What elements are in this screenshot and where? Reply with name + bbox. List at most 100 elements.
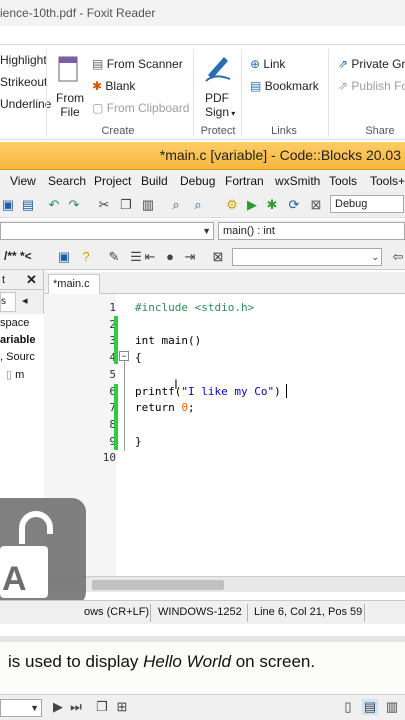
paste-icon[interactable]: ▥ (140, 197, 156, 213)
code-line[interactable]: return 0; (135, 401, 195, 414)
zoom-select[interactable]: ▼ (0, 699, 42, 717)
tree-workspace[interactable]: space (0, 317, 29, 329)
chevron-down-icon: ▼ (202, 226, 211, 236)
text-cursor (286, 384, 287, 398)
cut-icon[interactable]: ✂ (96, 197, 112, 213)
menu-view[interactable]: View (10, 174, 36, 188)
code-line[interactable]: #include <stdio.h> (135, 301, 254, 314)
close-icon[interactable]: ✕ (26, 272, 37, 288)
code-line[interactable]: int main() (135, 334, 201, 347)
bookmark-button[interactable]: ▤ Bookmark (250, 79, 319, 93)
book-page: is used to display Hello World on screen… (0, 636, 405, 696)
scrollbar-thumb[interactable] (92, 580, 224, 590)
facing-page-icon[interactable]: ▥ (384, 699, 400, 715)
menu-wxsmith[interactable]: wxSmith (275, 174, 320, 188)
publish-icon: ⇗ (338, 79, 349, 93)
from-scanner-button[interactable]: ▤ From Scanner (92, 57, 183, 71)
abort-icon[interactable]: ⊠ (308, 197, 324, 213)
bookmark-icon: ▤ (250, 79, 262, 93)
code-line[interactable]: } (135, 435, 142, 448)
doxywizard-icon[interactable]: ▣ (56, 249, 72, 265)
status-encoding: WINDOWS-1252 (158, 606, 242, 618)
menu-search[interactable]: Search (48, 174, 86, 188)
ribbon-strikeout[interactable]: Strikeout (0, 75, 47, 89)
doxy-comment-buttons[interactable]: /** *< (4, 249, 32, 263)
build-target-select[interactable]: Debug (330, 195, 404, 213)
foxit-bottom-toolbar: ▼ ▶ ⏭ ❐ ⊞ ▯ ▤ ▥ (0, 694, 405, 720)
tree-project-variable[interactable]: ariable (0, 334, 35, 346)
single-page-icon[interactable]: ▯ (340, 699, 356, 715)
blank-button[interactable]: ✱ Blank (92, 79, 135, 93)
codeblocks-title-bar: *main.c [variable] - Code::Blocks 20.03 (0, 142, 405, 170)
code-editor[interactable]: 1 2 3 4 5 6 7 8 9 10 − #include <stdio.h> int main… (44, 294, 405, 576)
search-combo[interactable]: ⌄ (232, 248, 382, 266)
menu-debug[interactable]: Debug (180, 174, 215, 188)
toggle-bookmark-icon[interactable]: ● (162, 249, 178, 265)
build-and-run-icon[interactable]: ✱ (264, 197, 280, 213)
page-divider (0, 636, 405, 642)
private-group-button[interactable]: ⇗ Private Gr (338, 57, 405, 71)
codeblocks-window-title: *main.c [variable] - Code::Blocks 20.03 (159, 147, 401, 163)
run-icon[interactable]: ▶ (244, 197, 260, 213)
ribbon-underline[interactable]: Underline (0, 97, 51, 111)
status-eol: ows (CR+LF) (84, 606, 150, 618)
link-button[interactable]: ⊕ Link (250, 57, 285, 71)
codeblocks-menubar: View Search Project Build Debug Fortran … (0, 170, 405, 192)
code-completion-toolbar: ▼ main() : int (0, 220, 405, 244)
from-clipboard-button[interactable]: ▢ From Clipboard (92, 101, 189, 115)
menu-build[interactable]: Build (141, 174, 168, 188)
rebuild-icon[interactable]: ⟳ (286, 197, 302, 213)
line-number: 7 (109, 401, 116, 415)
save-all-icon[interactable]: ▤ (20, 197, 36, 213)
management-tab-arrow-icon[interactable]: ◂ (22, 294, 28, 307)
publish-button[interactable]: ⇗ Publish Fo (338, 79, 405, 93)
scanner-icon: ▤ (92, 57, 104, 71)
status-position: Line 6, Col 21, Pos 59 (254, 606, 363, 618)
continuous-page-icon[interactable]: ▤ (362, 699, 378, 715)
next-bookmark-icon[interactable]: ⇥ (182, 249, 198, 265)
prev-bookmark-icon[interactable]: ⇤ (142, 249, 158, 265)
help-icon[interactable]: ? (78, 249, 94, 265)
fold-toggle-icon[interactable]: − (119, 351, 129, 361)
tree-main-c[interactable]: ▯ m (6, 368, 24, 381)
replace-icon[interactable]: ⌕ (190, 197, 206, 213)
debug-toolbar: /** *< ▣ ? ✎ ☰ ⇤ ● ⇥ ⊠ ⌄ ⇦ (0, 244, 405, 270)
ribbon-highlight[interactable]: Highlight (0, 53, 47, 67)
from-file-button[interactable]: From File (56, 91, 84, 119)
line-number: 9 (109, 434, 116, 448)
redo-icon[interactable]: ↷ (66, 197, 82, 213)
scope-select[interactable]: ▼ (0, 222, 214, 240)
build-gear-icon[interactable]: ⚙ (224, 197, 240, 213)
find-icon[interactable]: ⌕ (168, 197, 184, 213)
menu-project[interactable]: Project (94, 174, 131, 188)
tree-sources[interactable]: , Sourc (0, 351, 35, 363)
copy-icon[interactable]: ❐ (118, 197, 134, 213)
file-icon: ▯ (6, 369, 13, 381)
copy-page-icon[interactable]: ❐ (94, 699, 110, 715)
pdf-sign-button[interactable]: PDF Sign ▾ (205, 91, 235, 121)
menu-tools[interactable]: Tools (329, 174, 357, 188)
back-arrow-icon[interactable]: ⇦ (390, 249, 405, 265)
save-icon[interactable]: ▣ (0, 197, 16, 213)
lock-overlay: A (0, 498, 86, 606)
last-page-icon[interactable]: ⏭ (68, 699, 84, 715)
undo-icon[interactable]: ↶ (46, 197, 62, 213)
menu-fortran[interactable]: Fortran (225, 174, 264, 188)
foxit-window-title: Science-10th.pdf - Foxit Reader (0, 0, 405, 26)
from-file-icon (56, 55, 80, 85)
code-line[interactable]: { (135, 351, 142, 364)
clear-bookmarks-icon[interactable]: ⊠ (210, 249, 226, 265)
chevron-down-icon: ⌄ (371, 252, 379, 262)
horizontal-scrollbar[interactable] (44, 576, 405, 592)
symbol-select[interactable]: main() : int (218, 222, 405, 240)
management-tab-projects[interactable]: s (0, 292, 16, 312)
chevron-down-icon: ▼ (30, 703, 39, 713)
protect-group-label: Protect (200, 125, 236, 137)
menu-tools-plus[interactable]: Tools+ (370, 174, 405, 188)
line-number: 4 (109, 351, 116, 365)
code-line[interactable]: printf("I like my Co") (135, 385, 281, 398)
tools-icon[interactable]: ✎ (106, 249, 122, 265)
tab-main-c[interactable]: *main.c (48, 274, 100, 294)
next-page-icon[interactable]: ▶ (50, 699, 66, 715)
fit-page-icon[interactable]: ⊞ (114, 699, 130, 715)
